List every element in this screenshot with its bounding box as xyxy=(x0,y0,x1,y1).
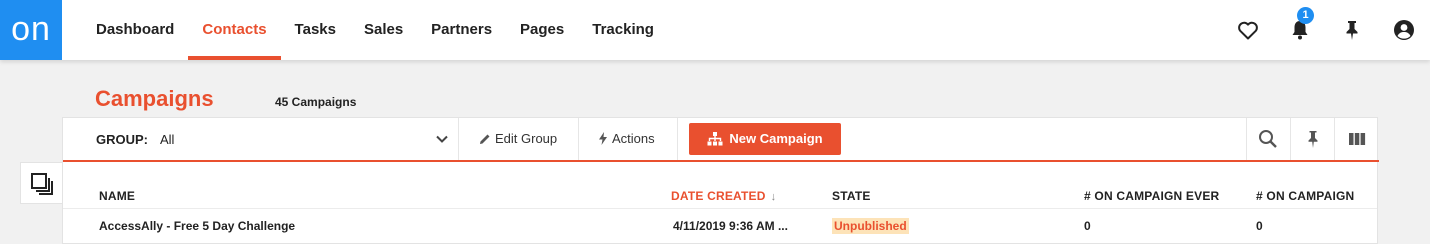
table-row-divider xyxy=(63,208,1377,209)
main-nav: Dashboard Contacts Tasks Sales Partners … xyxy=(82,0,668,60)
sitemap-icon xyxy=(707,132,723,146)
app-logo[interactable]: on xyxy=(0,0,62,60)
edit-group-label: Edit Group xyxy=(495,131,558,146)
campaign-on-campaign-ever: 0 xyxy=(1084,219,1091,233)
notification-badge: 1 xyxy=(1297,7,1314,24)
nav-item-tasks[interactable]: Tasks xyxy=(281,0,350,60)
toolbar-divider xyxy=(1290,118,1291,160)
columns-icon[interactable] xyxy=(1347,129,1367,149)
chevron-down-icon[interactable] xyxy=(435,132,449,151)
pin-icon[interactable] xyxy=(1303,129,1323,149)
nav-item-tracking[interactable]: Tracking xyxy=(578,0,668,60)
campaign-name[interactable]: AccessAlly - Free 5 Day Challenge xyxy=(99,219,295,233)
campaigns-toolbar: GROUP: All Edit Group Actions New Campai… xyxy=(63,118,1379,162)
sort-descending-icon: ↓ xyxy=(770,191,777,203)
actions-button[interactable]: Actions xyxy=(598,118,655,160)
toolbar-divider xyxy=(1334,118,1335,160)
column-header-state[interactable]: STATE xyxy=(832,189,871,203)
column-header-on-campaign[interactable]: # ON CAMPAIGN xyxy=(1256,189,1356,203)
new-campaign-label: New Campaign xyxy=(729,131,823,146)
search-icon[interactable] xyxy=(1258,129,1278,149)
side-panel-toggle[interactable] xyxy=(20,162,62,204)
campaign-count: 45 Campaigns xyxy=(275,95,357,109)
copy-icon xyxy=(31,173,53,195)
column-header-name[interactable]: NAME xyxy=(99,189,135,203)
new-campaign-button[interactable]: New Campaign xyxy=(689,123,841,155)
toolbar-divider xyxy=(578,118,579,160)
bolt-icon xyxy=(599,132,607,145)
campaign-date-created: 4/11/2019 9:36 AM ... xyxy=(673,219,788,233)
nav-item-pages[interactable]: Pages xyxy=(506,0,578,60)
edit-group-button[interactable]: Edit Group xyxy=(479,118,557,160)
pin-icon[interactable] xyxy=(1340,18,1364,42)
nav-item-sales[interactable]: Sales xyxy=(350,0,417,60)
nav-item-dashboard[interactable]: Dashboard xyxy=(82,0,188,60)
campaign-state: Unpublished xyxy=(832,218,909,234)
heart-icon[interactable] xyxy=(1236,18,1260,42)
pencil-icon xyxy=(480,134,490,144)
campaigns-panel: GROUP: All Edit Group Actions New Campai… xyxy=(62,117,1379,244)
group-select[interactable]: All xyxy=(160,132,174,147)
status-badge: Unpublished xyxy=(832,218,909,234)
bell-icon[interactable]: 1 xyxy=(1288,7,1314,42)
group-label: GROUP: xyxy=(96,132,148,147)
column-header-date-created-label: DATE CREATED xyxy=(671,189,766,203)
toolbar-divider xyxy=(458,118,459,160)
nav-item-partners[interactable]: Partners xyxy=(417,0,506,60)
toolbar-divider xyxy=(677,118,678,160)
nav-item-contacts[interactable]: Contacts xyxy=(188,0,281,60)
actions-label: Actions xyxy=(612,131,655,146)
top-navbar: on Dashboard Contacts Tasks Sales Partne… xyxy=(0,0,1430,60)
toolbar-divider xyxy=(1246,118,1247,160)
campaign-on-campaign: 0 xyxy=(1256,219,1263,233)
page-title: Campaigns xyxy=(95,86,214,111)
column-header-on-campaign-ever[interactable]: # ON CAMPAIGN EVER xyxy=(1084,189,1219,203)
column-header-date-created[interactable]: DATE CREATED ↓ xyxy=(671,189,776,203)
account-icon[interactable] xyxy=(1392,18,1416,42)
